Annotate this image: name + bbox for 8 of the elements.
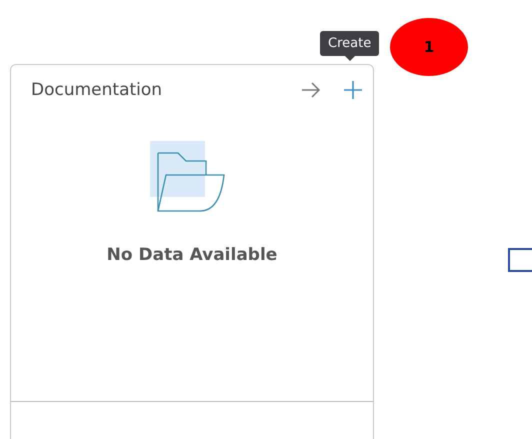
card-title: Documentation bbox=[31, 80, 164, 100]
plus-icon[interactable] bbox=[343, 80, 363, 100]
arrow-right-icon[interactable] bbox=[301, 82, 321, 98]
empty-message: No Data Available bbox=[106, 245, 278, 265]
tooltip: Create bbox=[320, 31, 380, 56]
square-icon bbox=[508, 248, 532, 272]
step-badge: 1 bbox=[390, 18, 468, 76]
tooltip-pointer-icon bbox=[344, 56, 355, 61]
